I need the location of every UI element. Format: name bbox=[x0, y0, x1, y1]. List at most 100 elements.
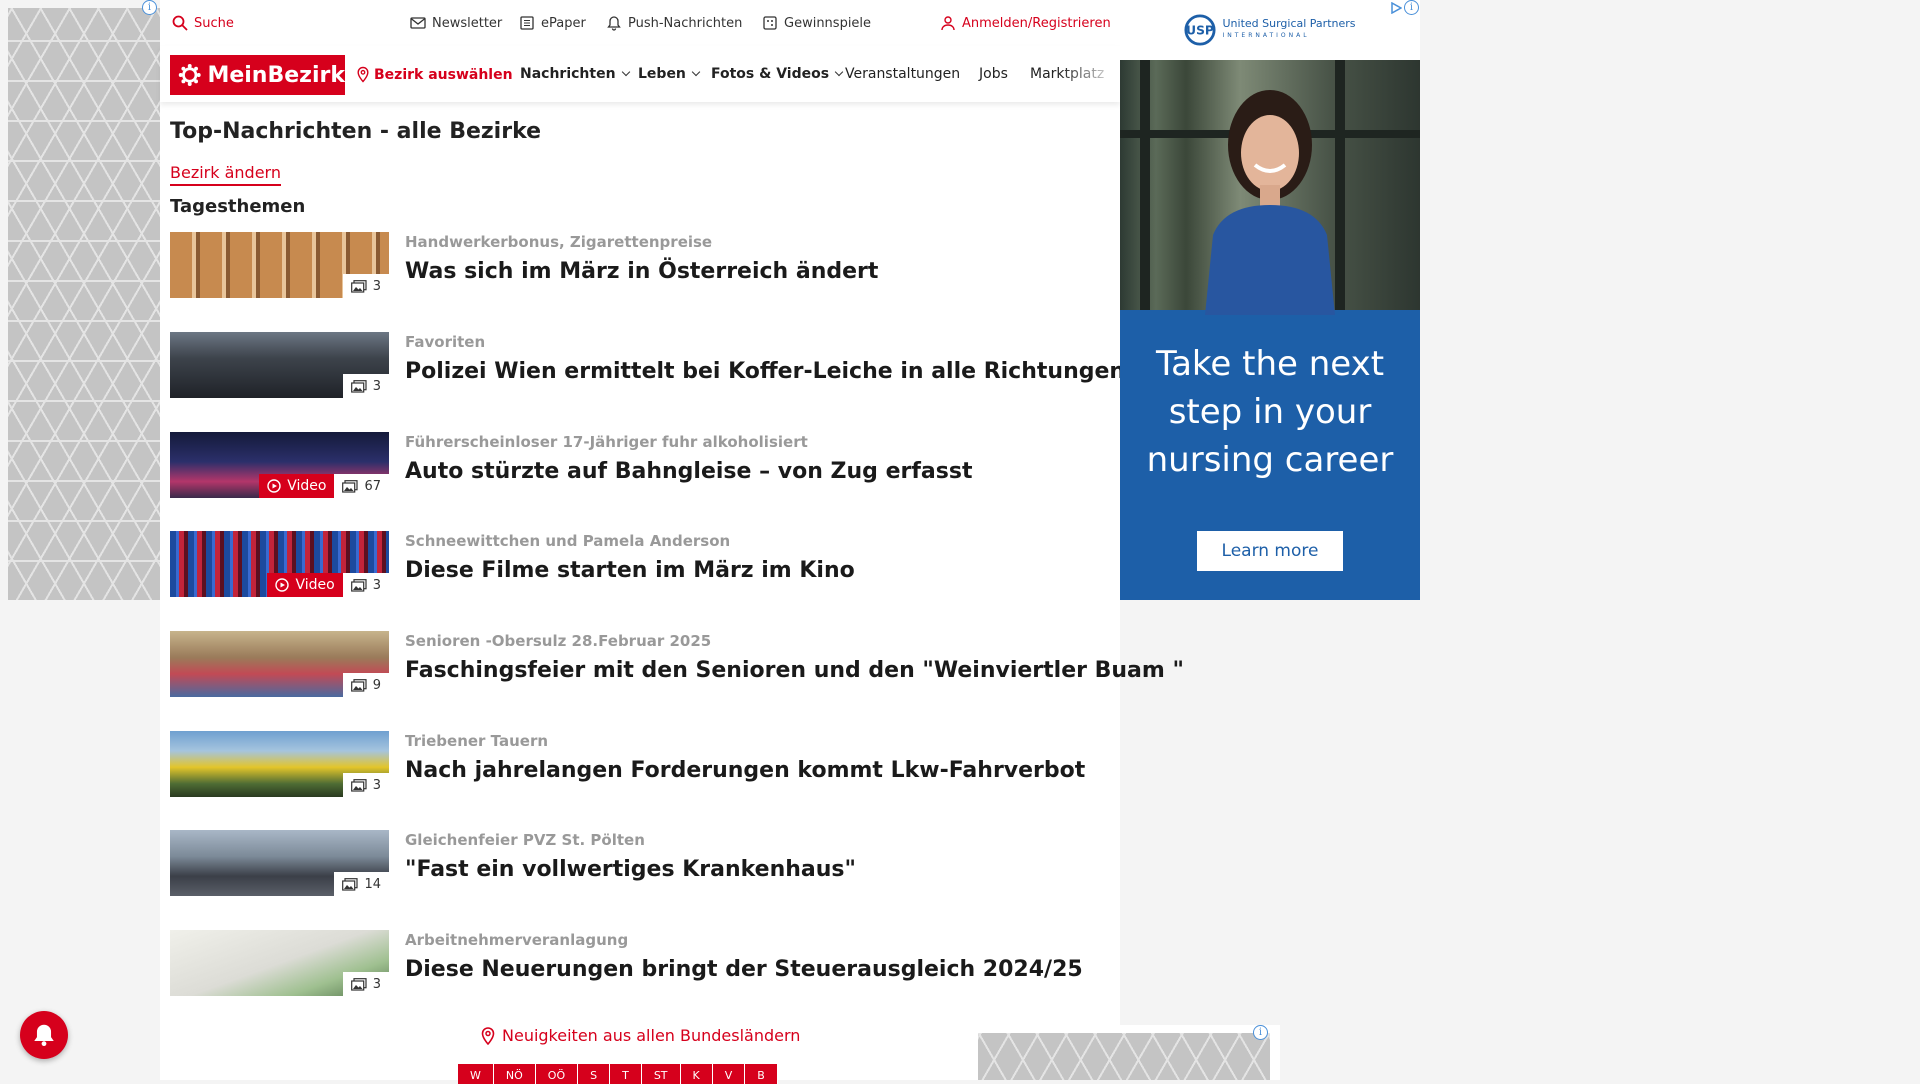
state-tab[interactable]: ST bbox=[641, 1064, 681, 1084]
contests-link[interactable]: Gewinnspiele bbox=[762, 14, 871, 32]
article-headline[interactable]: Nach jahrelangen Forderungen kommt Lkw-F… bbox=[405, 758, 1085, 783]
state-tab[interactable]: T bbox=[610, 1064, 642, 1084]
article-item[interactable]: Video 67 Führerscheinloser 17-Jähriger fuh… bbox=[170, 432, 1110, 500]
state-tab[interactable]: S bbox=[578, 1064, 611, 1084]
gallery-icon bbox=[342, 479, 359, 493]
play-icon bbox=[275, 578, 290, 592]
epaper-label: ePaper bbox=[541, 15, 586, 31]
article-headline[interactable]: Diese Filme starten im März im Kino bbox=[405, 558, 855, 583]
thumbnail-badges: 3 bbox=[342, 374, 389, 398]
photo-count-badge: 9 bbox=[342, 673, 389, 697]
article-headline[interactable]: Polizei Wien ermittelt bei Koffer-Leiche… bbox=[405, 359, 1125, 384]
state-tab[interactable]: OÖ bbox=[535, 1064, 579, 1084]
nav-item-photos-videos[interactable]: Fotos & Videos bbox=[711, 66, 844, 82]
push-label: Push-Nachrichten bbox=[628, 15, 743, 31]
all-states-link[interactable]: Neuigkeiten aus allen Bundesländern bbox=[480, 1026, 800, 1045]
nav-scroll-fade bbox=[1060, 56, 1120, 96]
ad-headline: Take the next step in your nursing caree… bbox=[1146, 344, 1394, 480]
thumbnail-badges: 3 bbox=[342, 274, 389, 298]
all-states-label: Neuigkeiten aus allen Bundesländern bbox=[502, 1026, 801, 1045]
article-item[interactable]: 3 Handwerkerbonus, Zigarettenpreise Was si… bbox=[170, 232, 1110, 300]
article-thumbnail[interactable]: 3 bbox=[170, 332, 389, 398]
user-icon bbox=[941, 16, 955, 31]
article-thumbnail[interactable]: 14 bbox=[170, 830, 389, 896]
login-link[interactable]: Anmelden/Registrieren bbox=[940, 14, 1111, 32]
article-headline[interactable]: Diese Neuerungen bringt der Steuerausgle… bbox=[405, 957, 1083, 982]
photo-count: 14 bbox=[364, 876, 381, 892]
article-item[interactable]: 9 Senioren -Obersulz 28.Februar 2025 Fasch… bbox=[170, 631, 1184, 699]
article-kicker: Führerscheinloser 17-Jähriger fuhr alkoh… bbox=[405, 433, 808, 451]
site-logo[interactable]: MeinBezirk bbox=[170, 55, 345, 95]
left-ad-banner[interactable]: i bbox=[8, 0, 160, 600]
state-tab[interactable]: B bbox=[745, 1064, 778, 1084]
article-thumbnail[interactable]: 9 bbox=[170, 631, 389, 697]
thumbnail-badges: 3 bbox=[342, 773, 389, 797]
article-kicker: Senioren -Obersulz 28.Februar 2025 bbox=[405, 632, 712, 650]
nav-item-label: Fotos & Videos bbox=[711, 66, 830, 82]
ad-info-icon[interactable]: i bbox=[1404, 0, 1419, 15]
nav-item-news[interactable]: Nachrichten bbox=[520, 66, 630, 82]
article-thumbnail[interactable]: Video 3 bbox=[170, 531, 389, 597]
article-item[interactable]: 14 Gleichenfeier PVZ St. Pölten "Fast ein … bbox=[170, 830, 1110, 898]
chevron-down-icon bbox=[834, 67, 844, 77]
nav-item-jobs[interactable]: Jobs bbox=[979, 66, 1008, 82]
article-thumbnail[interactable]: Video 67 bbox=[170, 432, 389, 498]
article-kicker: Handwerkerbonus, Zigarettenpreise bbox=[405, 233, 713, 251]
logo-text: MeinBezirk bbox=[207, 62, 345, 88]
gallery-icon bbox=[350, 379, 367, 393]
ad-learn-more-button[interactable]: Learn more bbox=[1197, 531, 1343, 571]
newsletter-link[interactable]: Newsletter bbox=[410, 14, 502, 32]
photo-count: 3 bbox=[372, 777, 381, 793]
article-thumbnail[interactable]: 3 bbox=[170, 232, 389, 298]
nav-item-events[interactable]: Veranstaltungen bbox=[845, 66, 960, 82]
right-ad-banner[interactable]: USP United Surgical Partners INTERNATION… bbox=[1120, 0, 1420, 600]
nav-item-life[interactable]: Leben bbox=[638, 66, 701, 82]
thumbnail-badges: 3 bbox=[342, 972, 389, 996]
article-kicker: Schneewittchen und Pamela Anderson bbox=[405, 532, 731, 550]
article-headline[interactable]: Auto stürzte auf Bahngleise – von Zug er… bbox=[405, 459, 972, 484]
bottom-ad-banner[interactable]: i bbox=[960, 1025, 1280, 1080]
location-pin-icon bbox=[357, 66, 369, 83]
ad-info-icon[interactable]: i bbox=[142, 0, 157, 15]
main-navigation: MeinBezirk Bezirk auswählen Nachrichten … bbox=[160, 46, 1120, 102]
change-district-link[interactable]: Bezirk ändern bbox=[170, 163, 281, 186]
photo-count: 3 bbox=[372, 278, 381, 294]
article-thumbnail[interactable]: 3 bbox=[170, 731, 389, 797]
search-label: Suche bbox=[194, 15, 234, 31]
photo-count-badge: 3 bbox=[342, 573, 389, 597]
state-tab[interactable]: NÖ bbox=[493, 1064, 536, 1084]
article-headline[interactable]: Was sich im März in Österreich ändert bbox=[405, 259, 878, 284]
thumbnail-badges: Video 3 bbox=[267, 573, 389, 597]
nav-item-label: Jobs bbox=[979, 66, 1008, 82]
ad-choices-icon[interactable] bbox=[1390, 2, 1402, 14]
article-thumbnail[interactable]: 3 bbox=[170, 930, 389, 996]
video-label: Video bbox=[295, 577, 335, 593]
state-tab[interactable]: V bbox=[712, 1064, 746, 1084]
photo-count-badge: 3 bbox=[342, 374, 389, 398]
article-kicker: Arbeitnehmerveranlagung bbox=[405, 931, 629, 949]
district-select[interactable]: Bezirk auswählen bbox=[356, 66, 513, 83]
article-item[interactable]: 3 Favoriten Polizei Wien ermittelt bei Kof… bbox=[170, 332, 1125, 400]
push-notifications-link[interactable]: Push-Nachrichten bbox=[606, 14, 742, 32]
search-link[interactable]: Suche bbox=[172, 14, 234, 32]
gallery-icon bbox=[350, 678, 367, 692]
article-headline[interactable]: Faschingsfeier mit den Senioren und den … bbox=[405, 658, 1184, 683]
article-headline[interactable]: "Fast ein vollwertiges Krankenhaus" bbox=[405, 857, 856, 882]
state-tab[interactable]: K bbox=[680, 1064, 713, 1084]
video-badge: Video bbox=[267, 573, 343, 597]
section-heading: Tagesthemen bbox=[170, 196, 306, 217]
logo-sun-icon bbox=[178, 64, 201, 86]
ad-info-icon[interactable]: i bbox=[1253, 1025, 1268, 1040]
notification-bell-button[interactable] bbox=[20, 1011, 68, 1059]
ad-brand-sub: INTERNATIONAL bbox=[1222, 32, 1310, 39]
thumbnail-badges: 14 bbox=[334, 872, 389, 896]
article-item[interactable]: 3 Arbeitnehmerveranlagung Diese Neuerungen… bbox=[170, 930, 1110, 998]
article-item[interactable]: 3 Triebener Tauern Nach jahrelangen Forder… bbox=[170, 731, 1110, 799]
article-item[interactable]: Video 3 Schneewittchen und Pamela Anderson… bbox=[170, 531, 1110, 599]
thumbnail-badges: 9 bbox=[342, 673, 389, 697]
epaper-link[interactable]: ePaper bbox=[519, 14, 586, 32]
state-tab[interactable]: W bbox=[458, 1064, 494, 1084]
ad-brand-text: United Surgical Partners INTERNATIONAL bbox=[1222, 18, 1355, 42]
state-tabs: W NÖ OÖ S T ST K V B bbox=[458, 1064, 778, 1084]
photo-count: 67 bbox=[364, 478, 381, 494]
